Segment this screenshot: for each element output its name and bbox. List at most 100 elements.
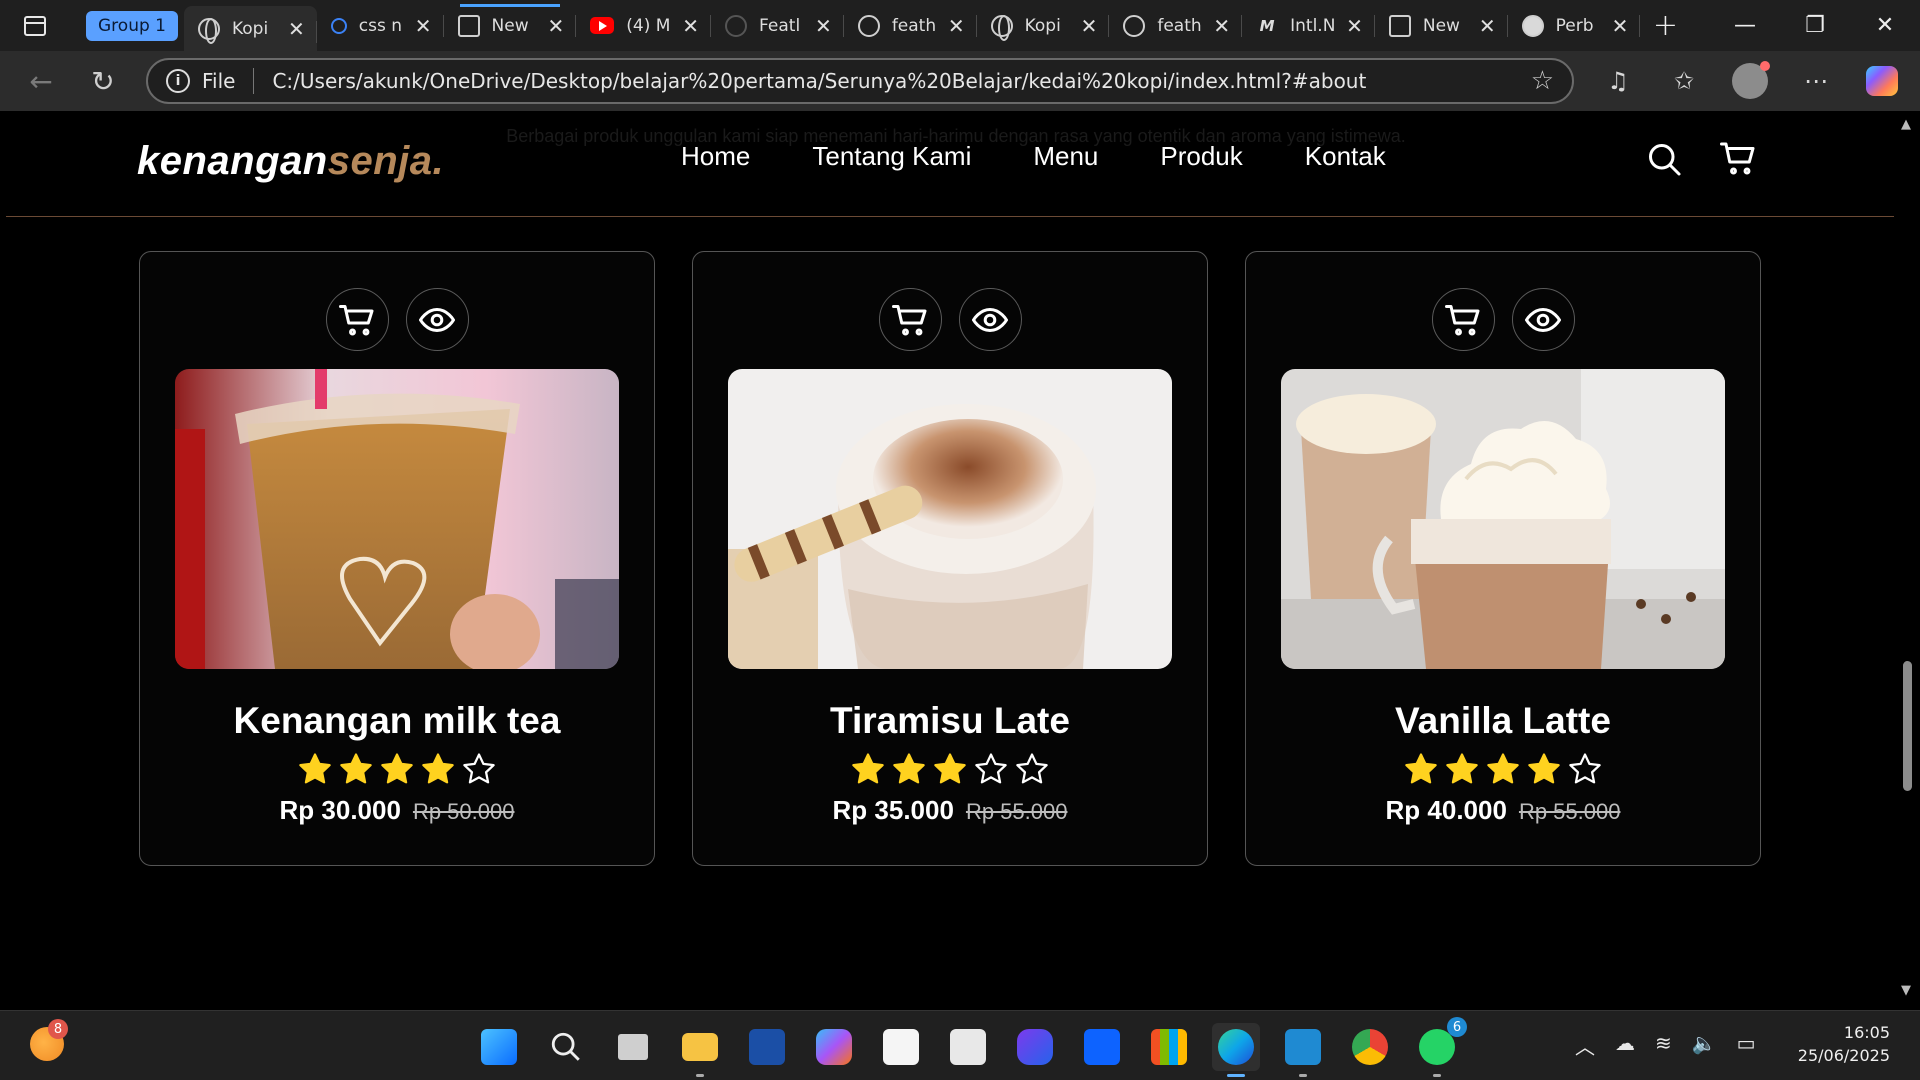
address-bar[interactable]: i File C:/Users/akunk/OneDrive/Desktop/b… [146, 58, 1574, 104]
close-icon[interactable]: ✕ [1081, 16, 1098, 36]
close-icon[interactable]: ✕ [1213, 16, 1230, 36]
chevron-up-icon[interactable]: ︿ [1575, 1031, 1595, 1060]
star-filled-icon [381, 753, 413, 784]
read-aloud-icon[interactable]: ♫ [1590, 59, 1646, 103]
view-detail-button[interactable] [405, 288, 469, 351]
tab-group-chip[interactable]: Group 1 [86, 10, 178, 41]
tab-label: New [491, 15, 529, 36]
vscode-button[interactable] [1279, 1023, 1327, 1077]
task-view-button[interactable] [609, 1023, 657, 1071]
volume-icon[interactable]: 🔈 [1692, 1031, 1717, 1060]
menu-home[interactable]: Home [681, 141, 750, 172]
menu-kontak[interactable]: Kontak [1305, 141, 1386, 172]
tab-label: Perb [1555, 15, 1594, 36]
taskbar-clock[interactable]: 16:05 25/06/2025 [1790, 1021, 1890, 1067]
tab-new-2[interactable]: New ✕ [1375, 0, 1508, 51]
url-text[interactable]: C:/Users/akunk/OneDrive/Desktop/belajar%… [272, 69, 1530, 93]
whatsapp-button[interactable]: 6 [1413, 1017, 1467, 1077]
running-indicator [1299, 1074, 1307, 1077]
menu-tentang-kami[interactable]: Tentang Kami [812, 141, 971, 172]
product-card: Tiramisu Late Rp 35.000 Rp 55.000 [692, 251, 1208, 866]
tab-perplexity[interactable]: Perb ✕ [1508, 0, 1641, 51]
feather-icon [725, 14, 748, 37]
favorites-icon[interactable]: ✩ [1656, 59, 1712, 103]
copilot-taskbar-button[interactable] [810, 1023, 858, 1071]
search-icon [330, 17, 347, 34]
tab-label: New [1422, 15, 1460, 36]
tab-new-1[interactable]: New ✕ [444, 0, 577, 51]
clock-time: 16:05 [1843, 1023, 1890, 1042]
scroll-down-icon[interactable]: ▼ [1901, 983, 1911, 998]
amazon-appstore-button[interactable] [944, 1023, 992, 1071]
page-scrollbar[interactable]: ▲ ▼ [1894, 111, 1920, 1004]
amazon-button[interactable] [877, 1023, 925, 1071]
dropbox-button[interactable] [1078, 1023, 1126, 1071]
menu-produk[interactable]: Produk [1160, 141, 1242, 172]
add-to-cart-button[interactable] [325, 288, 389, 351]
more-options-icon[interactable]: ⋯ [1788, 59, 1844, 103]
tab-youtube[interactable]: (4) M ✕ [576, 0, 711, 51]
tab-kopi-active[interactable]: Kopi ✕ [183, 6, 317, 51]
edge-button[interactable] [1212, 1023, 1260, 1077]
dev-icon [749, 1029, 785, 1065]
dev-home-button[interactable] [743, 1023, 791, 1071]
star-filled-icon [852, 753, 884, 784]
wifi-icon[interactable]: ≋ [1655, 1031, 1672, 1060]
scroll-up-icon[interactable]: ▲ [1901, 117, 1911, 132]
close-icon[interactable]: ✕ [682, 16, 699, 36]
close-icon[interactable]: ✕ [1479, 16, 1496, 36]
back-button[interactable]: ← [14, 59, 68, 103]
close-icon[interactable]: ✕ [415, 16, 432, 36]
reload-button[interactable]: ↻ [76, 59, 130, 103]
battery-icon[interactable]: ▭ [1737, 1031, 1756, 1060]
chrome-icon [1352, 1029, 1388, 1065]
copilot-button[interactable] [1854, 59, 1910, 103]
start-button[interactable] [475, 1023, 523, 1071]
chrome-button[interactable] [1346, 1023, 1394, 1071]
microsoft-store-button[interactable] [1145, 1023, 1193, 1071]
restore-button[interactable]: ❐ [1780, 0, 1850, 51]
tab-mdn-intl[interactable]: M Intl.N ✕ [1242, 0, 1375, 51]
tab-github-feather-1[interactable]: feath ✕ [844, 0, 977, 51]
scrollbar-thumb[interactable] [1903, 661, 1912, 791]
tab-github-feather-2[interactable]: feath ✕ [1109, 0, 1242, 51]
new-tab-button[interactable]: + [1640, 0, 1690, 51]
tab-label: css n [358, 15, 402, 36]
favorite-star-icon[interactable]: ☆ [1531, 66, 1554, 96]
onedrive-icon[interactable]: ☁ [1615, 1031, 1635, 1060]
close-icon[interactable]: ✕ [948, 16, 965, 36]
file-explorer-button[interactable] [676, 1023, 724, 1077]
tab-kopi-2[interactable]: Kopi ✕ [977, 0, 1110, 51]
shopping-cart-icon[interactable] [1720, 141, 1756, 177]
site-logo[interactable]: kenangansenja. [137, 139, 444, 184]
product-cards: Kenangan milk tea Rp 30.000 Rp 50.000 Ti… [139, 251, 1761, 866]
close-icon[interactable]: ✕ [1612, 16, 1629, 36]
close-icon[interactable]: ✕ [548, 16, 565, 36]
info-icon[interactable]: i [166, 69, 190, 93]
close-icon[interactable]: ✕ [815, 16, 832, 36]
running-indicator [1227, 1074, 1245, 1077]
minimize-button[interactable]: — [1710, 0, 1780, 51]
page-viewport: Berbagai produk unggulan kami siap menem… [6, 111, 1894, 1004]
tab-actions-menu[interactable] [0, 0, 70, 51]
tab-feather[interactable]: Featl ✕ [711, 0, 844, 51]
tab-css[interactable]: css n ✕ [317, 0, 444, 51]
view-detail-button[interactable] [958, 288, 1022, 351]
taskbar-apps: 6 [475, 1017, 1467, 1077]
menu-menu[interactable]: Menu [1033, 141, 1098, 172]
amazon-appstore-icon [950, 1029, 986, 1065]
vscode-icon [1285, 1029, 1321, 1065]
product-title: Vanilla Latte [1395, 700, 1611, 741]
search-icon[interactable] [1646, 141, 1682, 177]
close-icon[interactable]: ✕ [288, 19, 305, 39]
close-icon[interactable]: ✕ [1346, 16, 1363, 36]
view-detail-button[interactable] [1511, 288, 1575, 351]
add-to-cart-button[interactable] [1431, 288, 1495, 351]
app-button[interactable] [1011, 1023, 1059, 1071]
taskbar-search[interactable] [542, 1023, 590, 1071]
star-filled-icon [1446, 753, 1478, 784]
add-to-cart-button[interactable] [878, 288, 942, 351]
close-window-button[interactable]: ✕ [1850, 0, 1920, 51]
profile-button[interactable] [1722, 59, 1778, 103]
product-image-tiramisu [728, 369, 1172, 669]
